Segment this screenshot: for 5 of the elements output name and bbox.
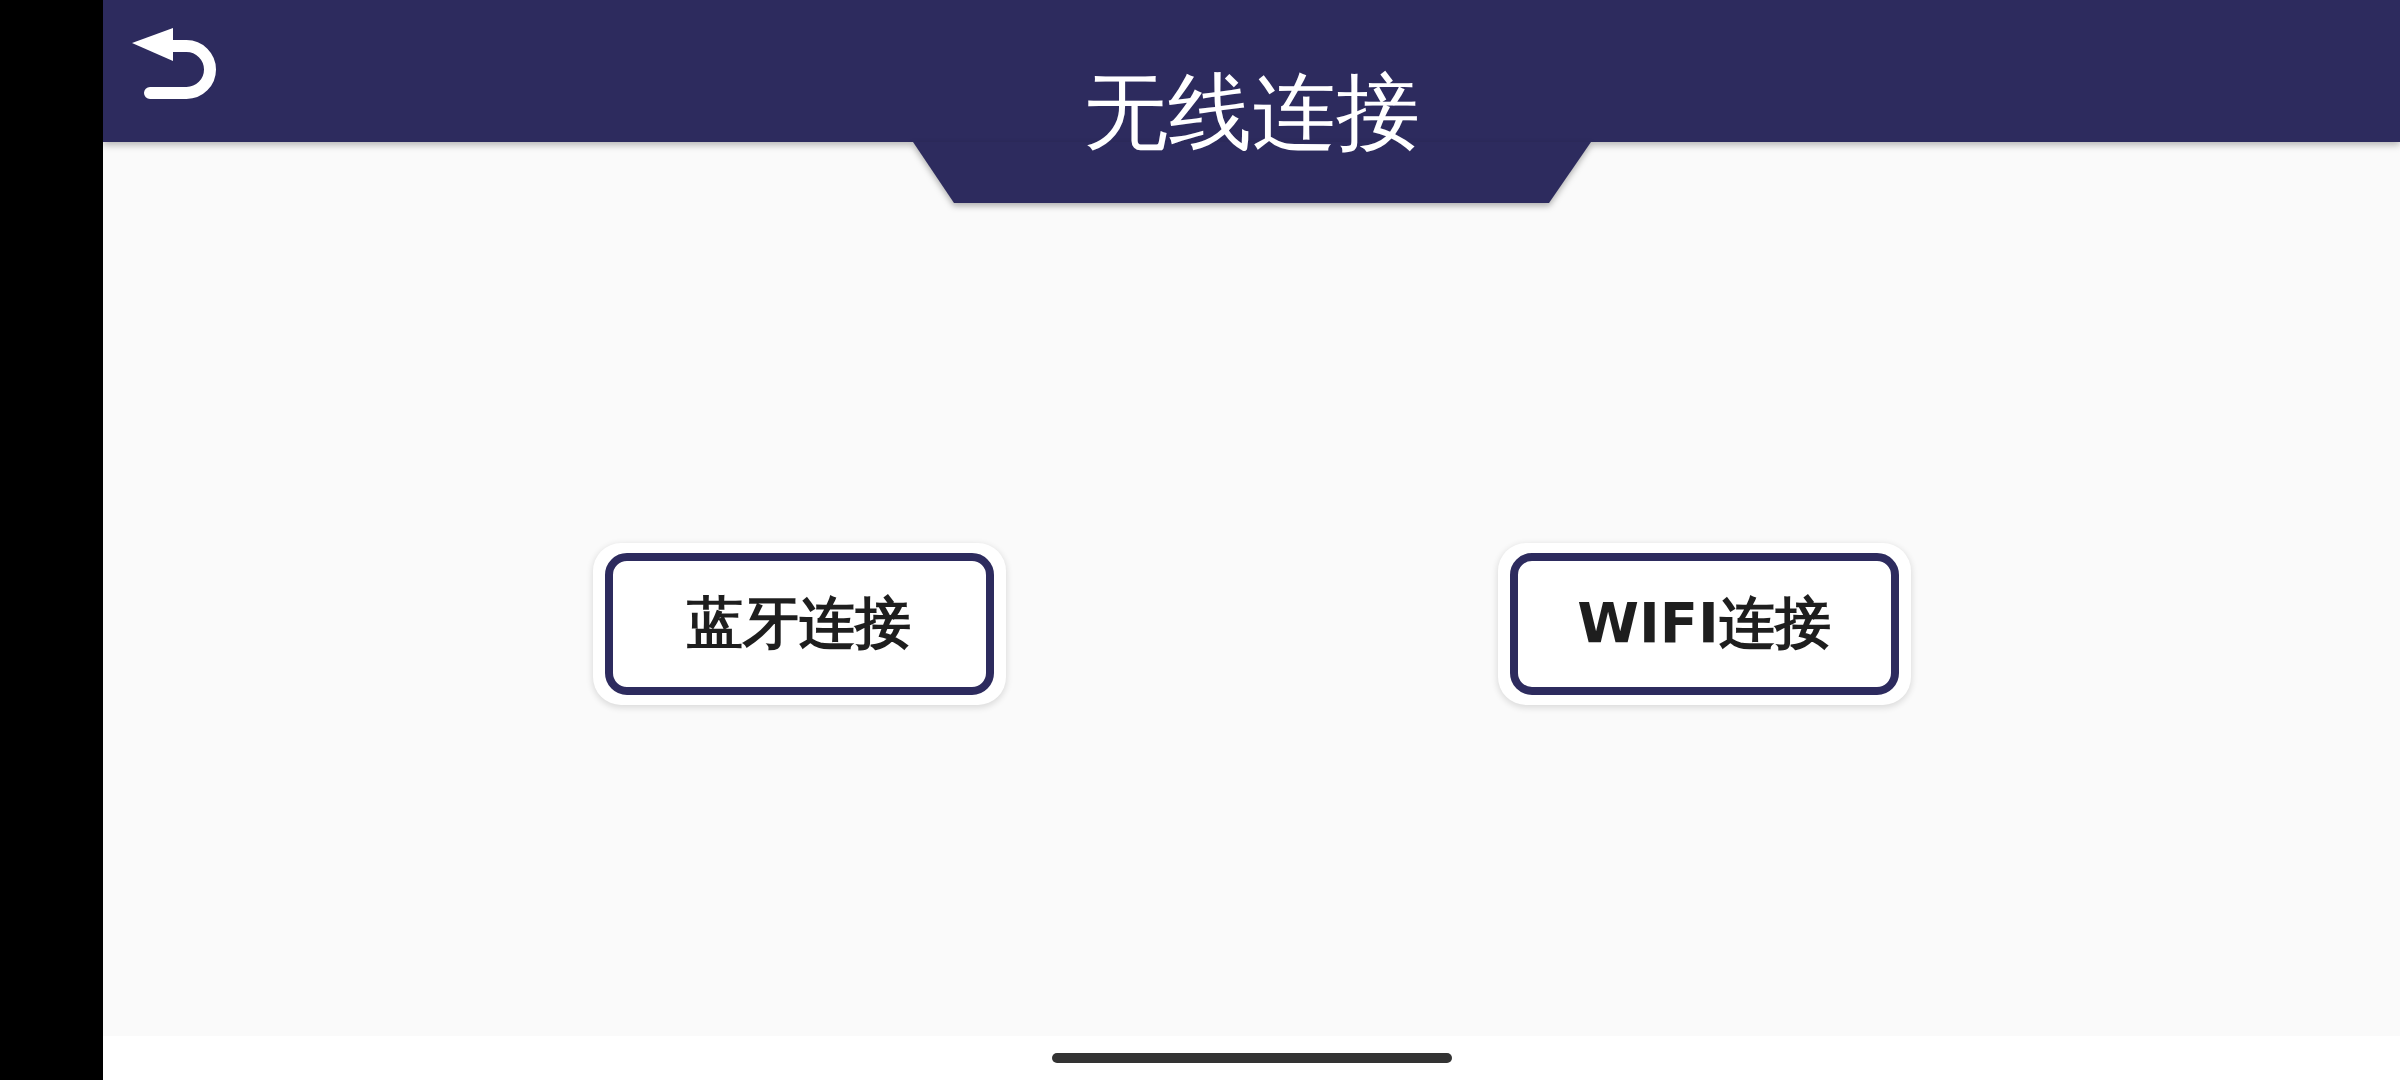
back-button[interactable] — [131, 28, 216, 100]
page-title: 无线连接 — [1083, 70, 1420, 154]
connect-button[interactable]: WIFI连接 — [1497, 543, 1911, 705]
back-icon — [131, 28, 216, 100]
connect-button[interactable]: 蓝牙连接 — [592, 543, 1006, 705]
